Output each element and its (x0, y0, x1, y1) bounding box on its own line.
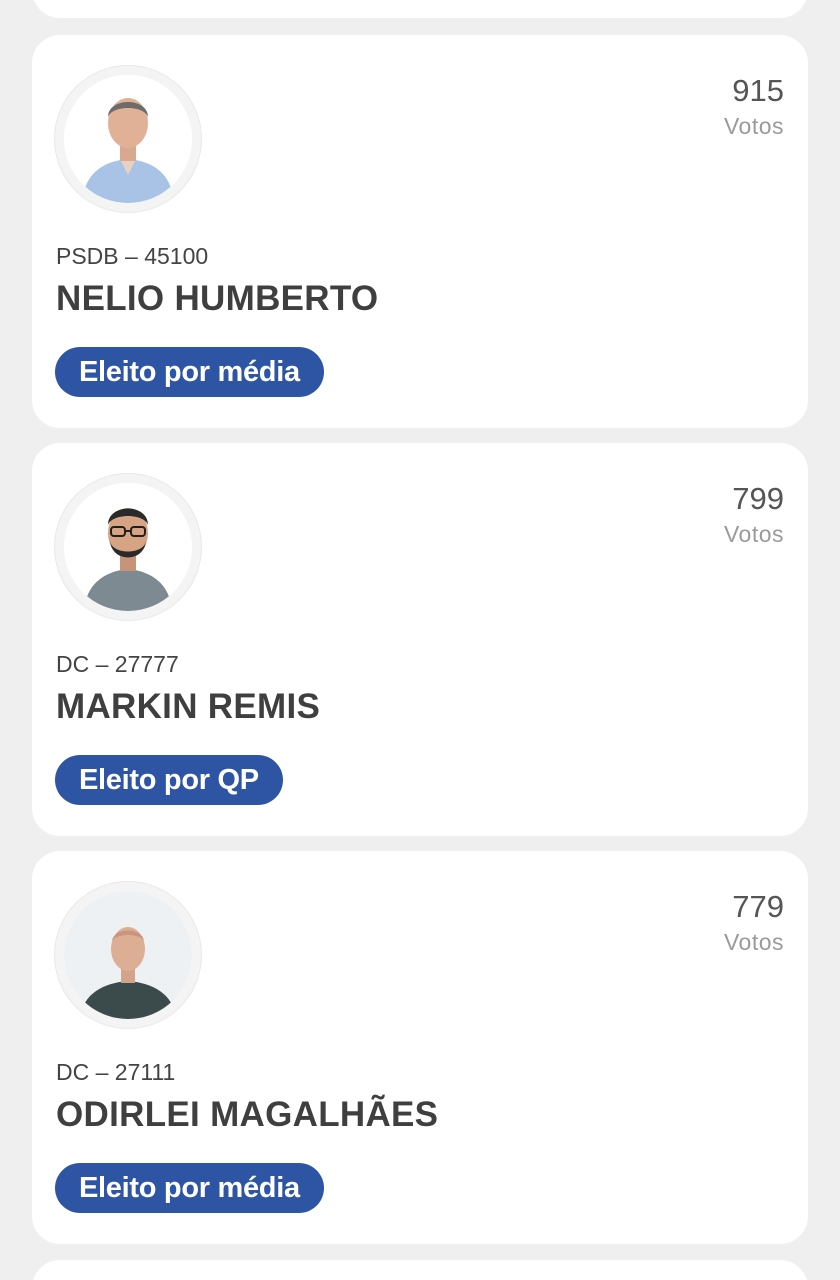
status-badge: Eleito por QP (55, 755, 283, 805)
votes-number: 915 (732, 73, 784, 108)
votes-label: Votos (723, 929, 784, 955)
person-photo-icon (64, 891, 192, 1019)
status-badge: Eleito por média (55, 347, 324, 397)
candidate-list: 915 Votos PSDB – 45100 NELIO HUMBERTO El… (0, 0, 840, 1280)
candidate-photo (64, 483, 192, 611)
candidate-card[interactable]: 915 Votos PSDB – 45100 NELIO HUMBERTO El… (32, 35, 808, 428)
votes-number: 799 (732, 481, 784, 516)
vote-count: 915 Votos (724, 73, 784, 143)
person-photo-icon (64, 483, 192, 611)
candidate-card[interactable]: 799 Votos DC – 27777 MARKIN REMIS Eleito… (32, 443, 808, 836)
votes-label: Votos (723, 521, 784, 547)
candidate-name: MARKIN REMIS (56, 687, 321, 726)
candidate-card-partial[interactable] (32, 0, 808, 18)
status-badge: Eleito por média (55, 1163, 324, 1213)
avatar-frame (54, 881, 202, 1029)
candidate-photo (64, 75, 192, 203)
candidate-name: ODIRLEI MAGALHÃES (56, 1095, 439, 1134)
vote-count: 779 Votos (724, 889, 784, 959)
vote-count: 799 Votos (724, 481, 784, 551)
candidate-card-partial[interactable] (32, 1260, 808, 1280)
avatar-frame (54, 473, 202, 621)
person-photo-icon (64, 75, 192, 203)
votes-number: 779 (732, 889, 784, 924)
candidate-name: NELIO HUMBERTO (56, 279, 379, 318)
party-number: DC – 27111 (56, 1059, 176, 1085)
party-number: DC – 27777 (56, 651, 179, 677)
candidate-photo (64, 891, 192, 1019)
avatar-frame (54, 65, 202, 213)
candidate-card[interactable]: 779 Votos DC – 27111 ODIRLEI MAGALHÃES E… (32, 851, 808, 1244)
votes-label: Votos (723, 113, 784, 139)
party-number: PSDB – 45100 (56, 243, 209, 269)
